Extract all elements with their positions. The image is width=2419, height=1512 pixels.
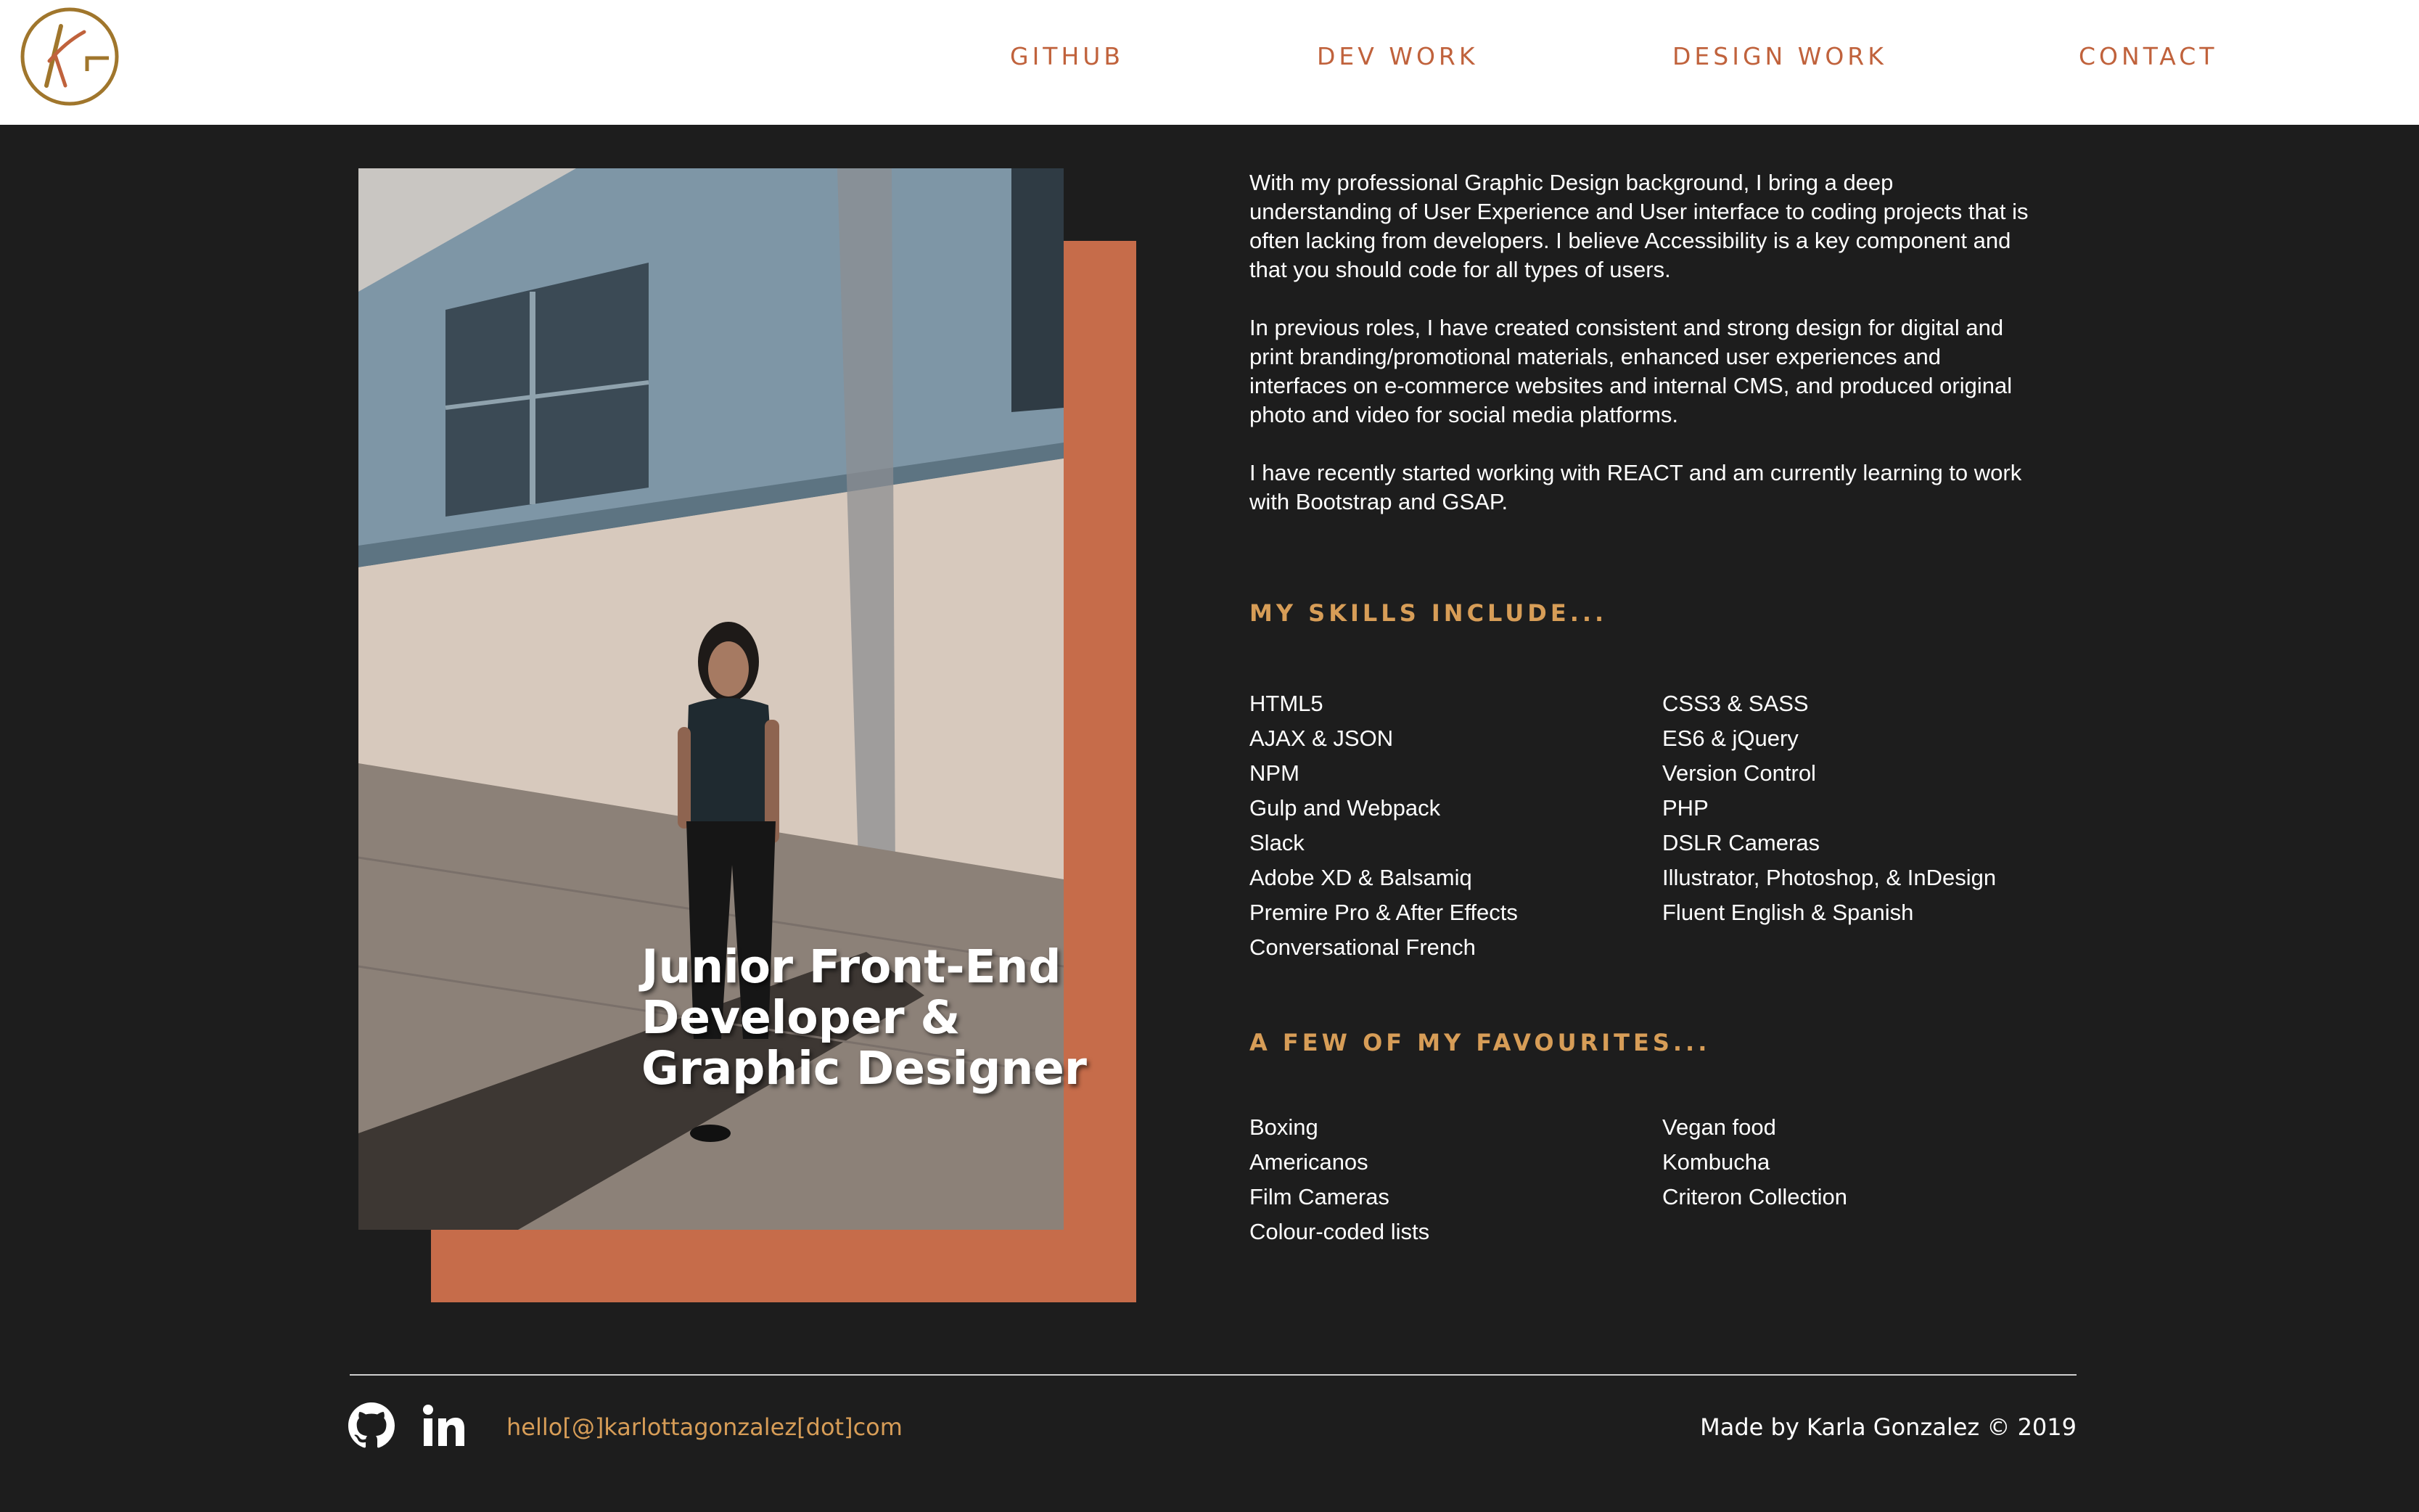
favourite-item: Boxing bbox=[1249, 1114, 1318, 1140]
hero-title: Junior Front-End Developer & Graphic Des… bbox=[641, 942, 1149, 1094]
skill-item: NPM bbox=[1249, 760, 1299, 786]
nav-dev-work[interactable]: DEV WORK bbox=[1317, 42, 1479, 77]
footer-credit: Made by Karla Gonzalez © 2019 bbox=[1700, 1413, 2077, 1441]
favourite-item: Colour-coded lists bbox=[1249, 1219, 1430, 1244]
skill-item: Slack bbox=[1249, 830, 1305, 855]
skill-item: Fluent English & Spanish bbox=[1662, 900, 1914, 925]
favourites-list-left: Boxing Americanos Film Cameras Colour-co… bbox=[1249, 1110, 1429, 1249]
skills-list-right: CSS3 & SASS ES6 & jQuery Version Control… bbox=[1662, 686, 1996, 930]
intro-section: With my professional Graphic Design back… bbox=[1249, 168, 2033, 546]
nav-design-work[interactable]: DESIGN WORK bbox=[1672, 42, 1887, 77]
footer-divider bbox=[350, 1374, 2077, 1376]
skill-item: HTML5 bbox=[1249, 691, 1323, 716]
skills-heading: MY SKILLS INCLUDE... bbox=[1249, 599, 1608, 627]
favourite-item: Criteron Collection bbox=[1662, 1184, 1847, 1209]
skill-item: Adobe XD & Balsamiq bbox=[1249, 865, 1472, 890]
favourite-item: Film Cameras bbox=[1249, 1184, 1389, 1209]
hero-title-line: Developer & bbox=[641, 991, 961, 1044]
hero-title-line: Graphic Designer bbox=[641, 1042, 1087, 1095]
linkedin-icon[interactable] bbox=[421, 1402, 467, 1449]
hero-title-line: Junior Front-End bbox=[641, 940, 1061, 993]
favourite-item: Kombucha bbox=[1662, 1149, 1770, 1175]
favourite-item: Vegan food bbox=[1662, 1114, 1776, 1140]
favourite-item: Americanos bbox=[1249, 1149, 1368, 1175]
skill-item: PHP bbox=[1662, 795, 1709, 821]
skill-item: Gulp and Webpack bbox=[1249, 795, 1441, 821]
favourites-heading: A FEW OF MY FAVOURITES... bbox=[1249, 1029, 1711, 1056]
nav-contact[interactable]: CONTACT bbox=[2079, 42, 2218, 77]
site-header: GITHUB DEV WORK DESIGN WORK CONTACT bbox=[0, 0, 2419, 125]
intro-paragraph: In previous roles, I have created consis… bbox=[1249, 315, 2013, 427]
skills-list-left: HTML5 AJAX & JSON NPM Gulp and Webpack S… bbox=[1249, 686, 1518, 965]
nav-github[interactable]: GITHUB bbox=[1010, 42, 1124, 77]
github-icon[interactable] bbox=[348, 1402, 395, 1449]
skill-item: ES6 & jQuery bbox=[1662, 726, 1799, 751]
skill-item: DSLR Cameras bbox=[1662, 830, 1820, 855]
skill-item: Premire Pro & After Effects bbox=[1249, 900, 1518, 925]
skill-item: Conversational French bbox=[1249, 934, 1476, 960]
skill-item: AJAX & JSON bbox=[1249, 726, 1394, 751]
kg-monogram-icon[interactable] bbox=[17, 4, 122, 109]
skill-item: Version Control bbox=[1662, 760, 1816, 786]
intro-paragraph: With my professional Graphic Design back… bbox=[1249, 170, 2029, 282]
skill-item: CSS3 & SASS bbox=[1662, 691, 1809, 716]
contact-email-link[interactable]: hello[@]karlottagonzalez[dot]com bbox=[506, 1413, 903, 1441]
intro-paragraph: I have recently started working with REA… bbox=[1249, 460, 2022, 514]
favourites-list-right: Vegan food Kombucha Criteron Collection bbox=[1662, 1110, 1847, 1215]
skill-item: Illustrator, Photoshop, & InDesign bbox=[1662, 865, 1997, 890]
